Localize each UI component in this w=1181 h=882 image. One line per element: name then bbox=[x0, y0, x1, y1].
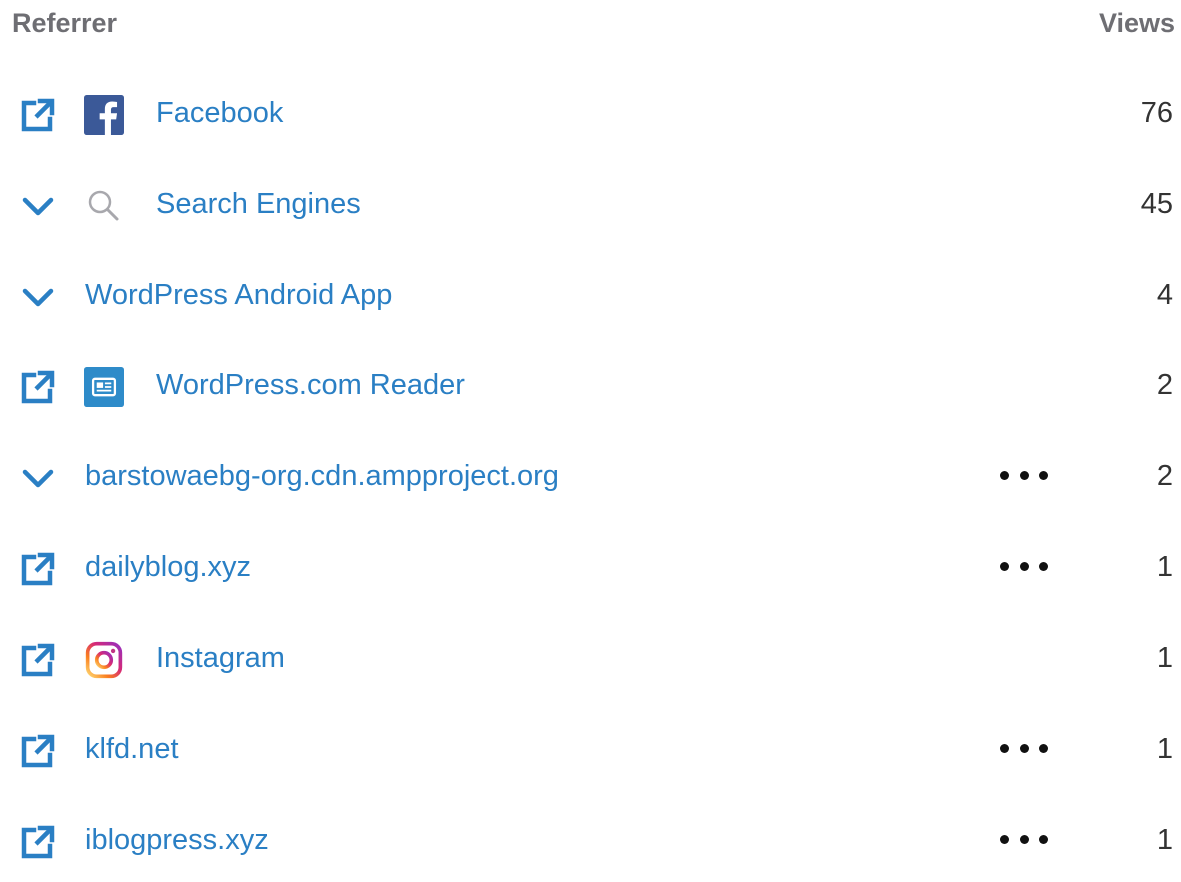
referrer-label[interactable]: Search Engines bbox=[156, 188, 361, 221]
more-dot bbox=[1039, 470, 1048, 480]
external-link-icon[interactable] bbox=[18, 731, 58, 771]
more-dot bbox=[1000, 470, 1009, 480]
views-count: 2 bbox=[1156, 460, 1173, 492]
views-column-header: Views bbox=[1098, 8, 1175, 38]
referrer-row-klfd[interactable]: klfd.net 1 bbox=[0, 711, 1181, 791]
external-link-icon[interactable] bbox=[18, 95, 58, 135]
views-count: 45 bbox=[1140, 188, 1173, 220]
more-dot bbox=[1000, 561, 1009, 571]
search-icon bbox=[84, 186, 124, 226]
external-link-icon[interactable] bbox=[18, 549, 58, 589]
referrer-label[interactable]: iblogpress.xyz bbox=[85, 824, 269, 857]
views-count: 1 bbox=[1156, 642, 1173, 674]
referrer-column-header: Referrer bbox=[12, 8, 118, 38]
chevron-down-icon[interactable] bbox=[18, 458, 58, 498]
referrer-label[interactable]: barstowaebg-org.cdn.ampproject.org bbox=[85, 460, 559, 493]
referrer-row-wordpress-android-app[interactable]: WordPress Android App 4 bbox=[0, 257, 1181, 337]
referrer-row-barstowaebg[interactable]: barstowaebg-org.cdn.ampproject.org 2 bbox=[0, 438, 1181, 518]
more-options-button[interactable] bbox=[1000, 460, 1048, 490]
referrer-row-search-engines[interactable]: Search Engines 45 bbox=[0, 166, 1181, 246]
views-count: 1 bbox=[1156, 733, 1173, 765]
external-link-icon[interactable] bbox=[18, 367, 58, 407]
referrer-row-dailyblog[interactable]: dailyblog.xyz 1 bbox=[0, 529, 1181, 609]
views-count: 76 bbox=[1140, 97, 1173, 129]
views-count: 2 bbox=[1156, 369, 1173, 401]
more-options-button[interactable] bbox=[1000, 824, 1048, 854]
more-dot bbox=[1019, 743, 1029, 753]
reader-icon bbox=[84, 367, 124, 407]
referrer-label[interactable]: WordPress Android App bbox=[85, 279, 392, 312]
views-count: 4 bbox=[1156, 279, 1173, 311]
table-header: Referrer Views bbox=[0, 0, 1181, 50]
referrer-row-facebook[interactable]: Facebook 76 bbox=[0, 75, 1181, 155]
referrer-row-iblogpress[interactable]: iblogpress.xyz 1 bbox=[0, 802, 1181, 882]
external-link-icon[interactable] bbox=[18, 822, 58, 862]
chevron-down-icon[interactable] bbox=[18, 186, 58, 226]
referrer-label[interactable]: dailyblog.xyz bbox=[85, 551, 251, 584]
facebook-icon bbox=[84, 95, 124, 135]
referrer-label[interactable]: Facebook bbox=[156, 97, 283, 130]
more-dot bbox=[1039, 743, 1048, 753]
referrer-label[interactable]: Instagram bbox=[156, 642, 285, 675]
referrer-row-instagram[interactable]: Instagram 1 bbox=[0, 620, 1181, 700]
more-dot bbox=[1019, 834, 1029, 844]
chevron-down-icon[interactable] bbox=[18, 277, 58, 317]
more-dot bbox=[1039, 834, 1048, 844]
views-count: 1 bbox=[1156, 824, 1173, 856]
more-dot bbox=[1000, 743, 1009, 753]
more-dot bbox=[1000, 834, 1009, 844]
views-count: 1 bbox=[1156, 551, 1173, 583]
more-dot bbox=[1019, 470, 1029, 480]
referrer-row-wordpress-reader[interactable]: WordPress.com Reader 2 bbox=[0, 347, 1181, 427]
more-dot bbox=[1019, 561, 1029, 571]
more-options-button[interactable] bbox=[1000, 551, 1048, 581]
more-dot bbox=[1039, 561, 1048, 571]
external-link-icon[interactable] bbox=[18, 640, 58, 680]
more-options-button[interactable] bbox=[1000, 733, 1048, 763]
instagram-icon bbox=[84, 640, 124, 680]
referrer-label[interactable]: klfd.net bbox=[85, 733, 179, 766]
referrer-label[interactable]: WordPress.com Reader bbox=[156, 369, 465, 402]
